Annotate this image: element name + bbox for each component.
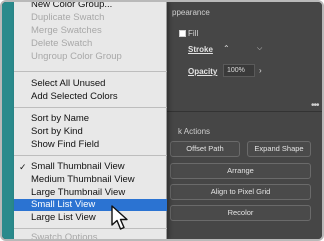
opacity-label[interactable]: Opacity	[188, 67, 217, 76]
menu-item-swatch-options: Swatch Options...	[31, 232, 106, 241]
recolor-button[interactable]: Recolor	[170, 205, 311, 221]
menu-item-new-color-group[interactable]: New Color Group...	[14, 2, 167, 11]
menu-separator	[14, 228, 167, 229]
mouse-pointer-icon	[111, 205, 128, 230]
menu-item-small-thumbnail-view[interactable]: ✓ Small Thumbnail View	[14, 161, 167, 173]
menu-item-select-all-unused[interactable]: Select All Unused	[14, 78, 167, 90]
accent-strip	[2, 2, 14, 239]
menu-item-add-selected-colors[interactable]: Add Selected Colors	[14, 91, 167, 103]
menu-item-label: Small Thumbnail View	[31, 161, 125, 172]
checkmark-icon: ✓	[19, 162, 27, 172]
arrange-button[interactable]: Arrange	[170, 163, 311, 179]
screenshot-frame: ppearance Fill Stroke ⌃ ⌵ Opacity 100% ›…	[0, 0, 324, 241]
fill-label: Fill	[188, 29, 199, 38]
offset-path-button[interactable]: Offset Path	[170, 141, 240, 157]
menu-item-medium-thumbnail-view[interactable]: Medium Thumbnail View	[14, 174, 167, 186]
stroke-dropdown-icon[interactable]: ⌵	[257, 43, 271, 55]
menu-item-delete-swatch: Delete Swatch	[31, 38, 93, 49]
section-divider	[167, 111, 322, 112]
opacity-expand-icon[interactable]: ›	[259, 66, 262, 75]
menu-item-ungroup-color-group: Ungroup Color Group	[31, 51, 122, 62]
menu-item-small-list-view[interactable]: Small List View	[14, 199, 167, 211]
opacity-field[interactable]: 100%	[223, 64, 255, 77]
menu-separator	[14, 71, 167, 72]
menu-item-merge-swatches: Merge Swatches	[31, 25, 102, 36]
expand-shape-button[interactable]: Expand Shape	[247, 141, 311, 157]
stroke-weight-spinner[interactable]: ⌃	[223, 43, 245, 55]
menu-item-sort-by-kind[interactable]: Sort by Kind	[14, 126, 167, 138]
menu-item-large-list-view[interactable]: Large List View	[14, 212, 167, 224]
fill-swatch[interactable]	[179, 30, 186, 37]
more-options-icon[interactable]: •••	[311, 100, 319, 111]
menu-separator	[14, 107, 167, 108]
menu-item-large-thumbnail-view[interactable]: Large Thumbnail View	[14, 187, 167, 199]
stroke-label[interactable]: Stroke	[188, 45, 213, 54]
quick-actions-heading: k Actions	[178, 127, 211, 136]
menu-separator	[14, 155, 167, 156]
menu-item-show-find-field[interactable]: Show Find Field	[14, 139, 167, 151]
appearance-heading: ppearance	[172, 8, 210, 17]
align-to-pixel-grid-button[interactable]: Align to Pixel Grid	[170, 184, 311, 200]
menu-item-sort-by-name[interactable]: Sort by Name	[14, 113, 167, 125]
menu-item-duplicate-swatch: Duplicate Swatch	[31, 12, 105, 23]
swatches-flyout-menu: New Color Group... Duplicate Swatch Merg…	[14, 2, 167, 239]
